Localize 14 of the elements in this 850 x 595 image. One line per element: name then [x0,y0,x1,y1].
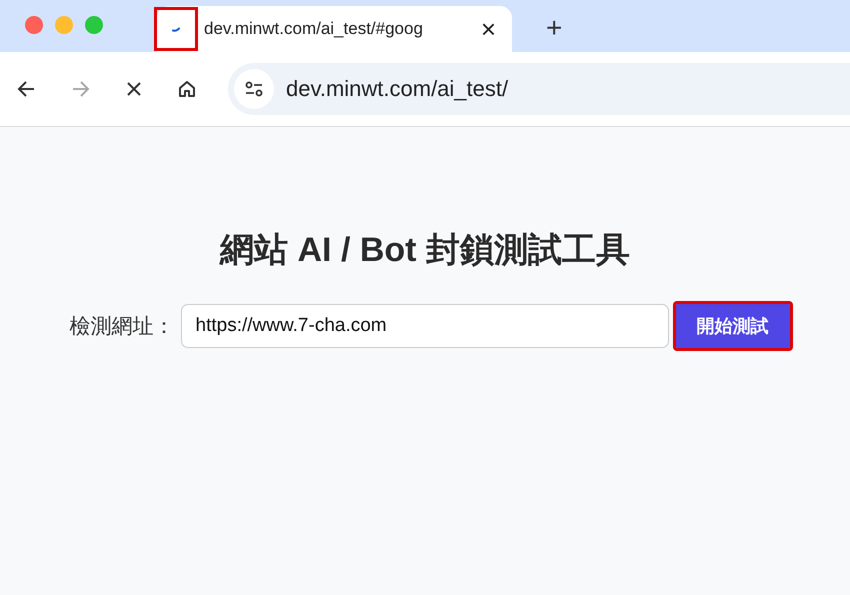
browser-tab[interactable]: dev.minwt.com/ai_test/#goog × [157,6,512,52]
site-settings-icon[interactable] [244,80,264,98]
back-icon[interactable] [16,80,36,98]
stop-icon[interactable] [126,81,142,97]
url-input-field[interactable]: https://www.7-cha.com [180,304,668,348]
close-tab-button[interactable]: × [474,14,502,44]
url-label: 檢測網址： [70,314,174,340]
tab-title: dev.minwt.com/ai_test/#goog [204,19,424,39]
address-bar[interactable]: dev.minwt.com/ai_test/ [228,63,850,115]
new-tab-button[interactable]: + [540,12,568,44]
home-icon[interactable] [177,79,197,99]
start-test-button[interactable]: 開始測試 [672,301,792,351]
page-heading: 網站 AI / Bot 封鎖測試工具 [220,230,630,271]
address-text: dev.minwt.com/ai_test/ [286,76,508,102]
